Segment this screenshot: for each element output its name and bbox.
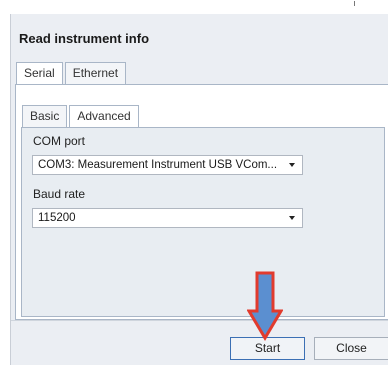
baud-rate-label: Baud rate <box>33 187 86 201</box>
read-instrument-dialog: Read instrument info Serial Ethernet Bas… <box>10 14 388 365</box>
com-port-label: COM port <box>33 134 86 148</box>
tab-serial[interactable]: Serial <box>16 62 63 86</box>
footer-divider <box>11 320 388 321</box>
tab-advanced[interactable]: Advanced <box>69 105 139 129</box>
advanced-panel: COM port COM3: Measurement Instrument US… <box>21 127 385 317</box>
com-port-value: COM3: Measurement Instrument USB VCom... <box>38 159 278 171</box>
chevron-down-icon <box>289 216 295 220</box>
close-button[interactable]: Close <box>314 337 388 360</box>
com-port-select[interactable]: COM3: Measurement Instrument USB VCom... <box>32 155 303 175</box>
baud-rate-value: 115200 <box>38 212 76 224</box>
serial-panel: Basic Advanced COM port COM3: Measuremen… <box>15 84 388 320</box>
top-edge-marker <box>354 1 355 6</box>
dialog-title: Read instrument info <box>19 31 150 46</box>
down-arrow-icon <box>247 271 283 341</box>
connection-tabs: Serial Ethernet <box>16 62 128 86</box>
settings-tabs: Basic Advanced <box>22 105 141 129</box>
baud-rate-select[interactable]: 115200 <box>32 208 303 228</box>
tab-ethernet[interactable]: Ethernet <box>64 62 127 85</box>
down-arrow-shape <box>247 271 283 341</box>
chevron-down-icon <box>289 163 295 167</box>
window-top-strip <box>0 0 388 8</box>
tab-basic[interactable]: Basic <box>22 105 68 128</box>
